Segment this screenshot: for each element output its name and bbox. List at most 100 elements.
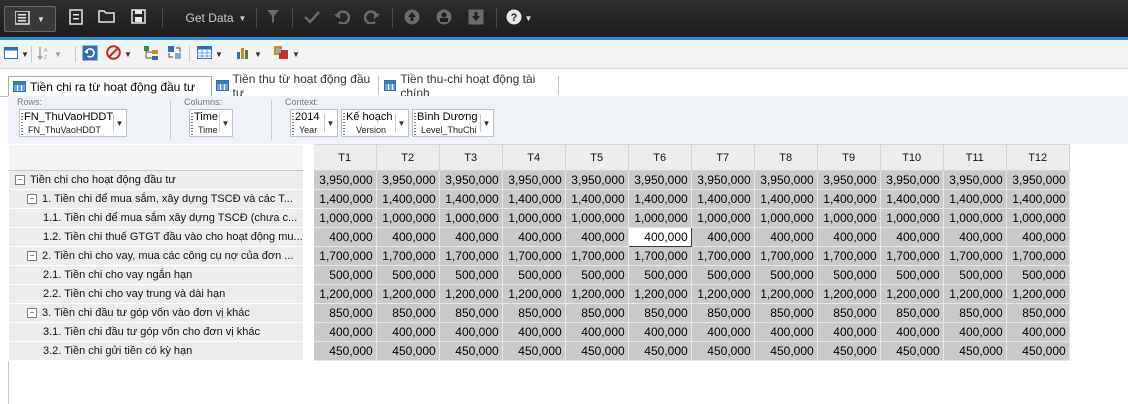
data-cell[interactable]: 500,000 xyxy=(942,265,1007,285)
data-cell[interactable]: 400,000 xyxy=(312,227,377,247)
chevron-down-icon[interactable]: ▼ xyxy=(113,114,125,132)
row-header[interactable]: 3.1. Tiền chi đầu tư góp vốn cho đơn vị … xyxy=(8,322,304,342)
data-cell[interactable]: 1,400,000 xyxy=(438,189,503,209)
view-options-button[interactable]: ▼ xyxy=(4,45,29,63)
new-report-button[interactable] xyxy=(66,6,86,30)
tab-thu-dau-tu[interactable]: Tiền thu từ hoạt động đầu tư xyxy=(212,72,379,100)
data-cell[interactable]: 1,400,000 xyxy=(1005,189,1070,209)
context-chip-level[interactable]: Bình Dương Level_ThuChi ▼ xyxy=(412,109,494,137)
data-cell[interactable]: 500,000 xyxy=(627,265,692,285)
submit-button[interactable] xyxy=(302,6,322,30)
data-cell[interactable]: 400,000 xyxy=(375,322,440,342)
data-cell[interactable]: 850,000 xyxy=(375,303,440,323)
data-cell[interactable]: 1,200,000 xyxy=(753,284,818,304)
redo-button[interactable] xyxy=(362,6,382,30)
data-cell[interactable]: 1,400,000 xyxy=(816,189,881,209)
data-cell[interactable]: 850,000 xyxy=(942,303,1007,323)
data-cell[interactable]: 1,000,000 xyxy=(312,208,377,228)
data-cell[interactable]: 1,200,000 xyxy=(1005,284,1070,304)
data-cell[interactable]: 450,000 xyxy=(564,341,629,361)
data-cell[interactable]: 400,000 xyxy=(501,227,566,247)
row-header[interactable]: 2.1. Tiền chi cho vay ngắn hạn xyxy=(8,265,304,285)
data-cell[interactable]: 1,700,000 xyxy=(627,246,692,266)
data-cell[interactable]: 3,950,000 xyxy=(375,170,440,190)
undo-button[interactable] xyxy=(332,6,352,30)
user-button[interactable] xyxy=(434,6,454,30)
export-button[interactable]: ▼ xyxy=(273,45,300,63)
chevron-down-icon[interactable]: ▼ xyxy=(324,114,336,132)
data-cell[interactable]: 1,700,000 xyxy=(312,246,377,266)
data-cell[interactable]: 3,950,000 xyxy=(816,170,881,190)
data-cell[interactable]: 500,000 xyxy=(690,265,755,285)
data-cell[interactable]: 450,000 xyxy=(375,341,440,361)
data-cell[interactable]: 450,000 xyxy=(627,341,692,361)
data-cell[interactable]: 450,000 xyxy=(942,341,1007,361)
data-cell[interactable]: 1,700,000 xyxy=(816,246,881,266)
data-cell[interactable]: 850,000 xyxy=(816,303,881,323)
data-cell[interactable]: 1,700,000 xyxy=(942,246,1007,266)
data-cell[interactable]: 1,200,000 xyxy=(627,284,692,304)
column-header[interactable]: T7 xyxy=(690,144,755,171)
data-cell[interactable]: 500,000 xyxy=(312,265,377,285)
refresh-button[interactable] xyxy=(82,45,98,63)
app-menu-button[interactable]: ▼ xyxy=(4,6,56,32)
collapse-icon[interactable]: − xyxy=(27,194,37,205)
data-cell[interactable]: 1,000,000 xyxy=(438,208,503,228)
columns-dimension-chip[interactable]: Time Time ▼ xyxy=(189,109,233,137)
data-cell[interactable]: 400,000 xyxy=(1005,227,1070,247)
data-cell[interactable]: 450,000 xyxy=(501,341,566,361)
filter-button[interactable] xyxy=(264,6,282,30)
data-cell[interactable]: 1,400,000 xyxy=(753,189,818,209)
data-cell[interactable]: 400,000 xyxy=(375,227,440,247)
data-cell[interactable]: 500,000 xyxy=(564,265,629,285)
data-cell[interactable]: 400,000 xyxy=(942,322,1007,342)
data-cell[interactable]: 400,000 xyxy=(690,227,755,247)
data-cell[interactable]: 1,400,000 xyxy=(312,189,377,209)
data-cell[interactable]: 400,000 xyxy=(816,322,881,342)
collapse-icon[interactable]: − xyxy=(27,251,37,262)
data-cell[interactable]: 1,200,000 xyxy=(501,284,566,304)
data-cell[interactable]: 1,700,000 xyxy=(501,246,566,266)
column-header[interactable]: T11 xyxy=(942,144,1007,171)
data-cell[interactable]: 3,950,000 xyxy=(942,170,1007,190)
data-cell[interactable]: 3,950,000 xyxy=(501,170,566,190)
data-cell[interactable]: 1,000,000 xyxy=(753,208,818,228)
data-cell[interactable]: 450,000 xyxy=(1005,341,1070,361)
row-header[interactable]: 1.1. Tiền chi để mua sắm xây dựng TSCĐ (… xyxy=(8,208,304,228)
drag-handle-icon[interactable] xyxy=(414,113,416,135)
data-cell[interactable]: 400,000 xyxy=(690,322,755,342)
data-cell[interactable]: 3,950,000 xyxy=(879,170,944,190)
chevron-down-icon[interactable]: ▼ xyxy=(395,114,407,132)
row-header[interactable]: −1. Tiền chi để mua sắm, xây dựng TSCĐ v… xyxy=(8,189,304,209)
save-button[interactable] xyxy=(128,6,148,30)
data-cell[interactable]: 400,000 xyxy=(501,322,566,342)
column-header[interactable]: T5 xyxy=(564,144,629,171)
data-cell[interactable]: 850,000 xyxy=(312,303,377,323)
swap-axes-button[interactable] xyxy=(167,45,182,63)
drag-handle-icon[interactable] xyxy=(191,113,193,135)
data-cell[interactable]: 450,000 xyxy=(438,341,503,361)
data-cell[interactable]: 1,400,000 xyxy=(375,189,440,209)
collapse-icon[interactable]: − xyxy=(27,308,37,319)
data-cell[interactable]: 1,000,000 xyxy=(879,208,944,228)
data-cell[interactable]: 1,000,000 xyxy=(942,208,1007,228)
data-cell[interactable]: 3,950,000 xyxy=(753,170,818,190)
grid-format-button[interactable]: ▼ xyxy=(197,45,223,63)
data-cell[interactable]: 400,000 xyxy=(438,322,503,342)
download-button[interactable] xyxy=(466,6,486,30)
drag-handle-icon[interactable] xyxy=(21,113,23,135)
data-cell[interactable]: 1,000,000 xyxy=(1005,208,1070,228)
data-cell[interactable]: 1,200,000 xyxy=(816,284,881,304)
row-header[interactable]: −3. Tiền chi đầu tư góp vốn vào đơn vị k… xyxy=(8,303,304,323)
row-header[interactable]: 1.2. Tiền chi thuế GTGT đầu vào cho hoạt… xyxy=(8,227,304,247)
data-cell[interactable]: 400,000 xyxy=(1005,322,1070,342)
data-cell[interactable]: 1,000,000 xyxy=(816,208,881,228)
data-cell[interactable]: 1,200,000 xyxy=(690,284,755,304)
get-data-menu[interactable]: Get Data ▼ xyxy=(178,6,254,30)
data-cell[interactable]: 3,950,000 xyxy=(312,170,377,190)
data-cell[interactable]: 1,200,000 xyxy=(438,284,503,304)
data-cell[interactable]: 1,400,000 xyxy=(942,189,1007,209)
column-header[interactable]: T8 xyxy=(753,144,818,171)
row-header[interactable]: − Tiền chi cho hoạt động đầu tư xyxy=(8,170,304,190)
data-cell[interactable]: 1,400,000 xyxy=(501,189,566,209)
